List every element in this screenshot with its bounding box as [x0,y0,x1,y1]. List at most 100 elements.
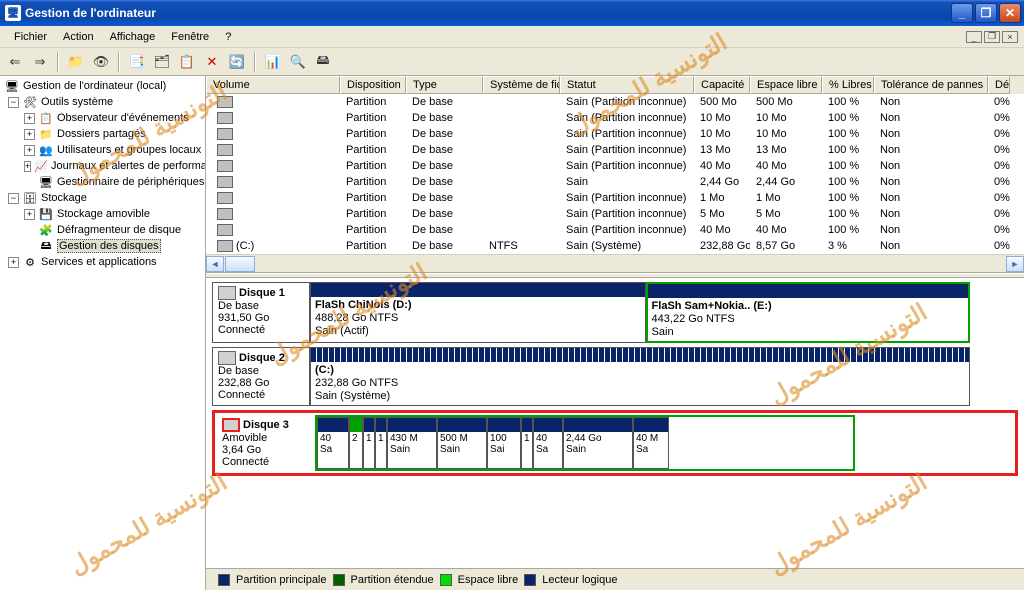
partition-small[interactable]: 1 [375,417,387,469]
tree-disques[interactable]: 🖴Gestion des disques [0,238,205,254]
tree-root[interactable]: 🖥Gestion de l'ordinateur (local) [0,78,205,94]
minimize-button[interactable]: _ [951,3,973,23]
partition-small[interactable]: 2,44 GoSain [563,417,633,469]
icon-2[interactable]: 🗂 [151,51,173,73]
legend-sw-primary [218,574,230,586]
menubar: Fichier Action Affichage Fenêtre ? _ ❐ × [0,26,1024,48]
disk-row-1: Disque 1 De base 931,50 Go Connecté FlaS… [212,282,1018,343]
col-disposition[interactable]: Disposition [340,76,406,94]
legend-primary: Partition principale [236,574,327,586]
partition-small[interactable]: 40Sa [317,417,349,469]
back-button[interactable]: ⇐ [4,51,26,73]
partition-small[interactable]: 100Sai [487,417,521,469]
tree-defrag[interactable]: 🧩Défragmenteur de disque [0,222,205,238]
col-capacite[interactable]: Capacité [694,76,750,94]
disk-row-3: Disque 3 Amovible 3,64 Go Connecté 40Sa2… [212,410,1018,476]
volume-header[interactable]: Volume Disposition Type Système de fichi… [206,76,1024,94]
col-statut[interactable]: Statut [560,76,694,94]
volume-row[interactable]: PartitionDe baseSain (Partition inconnue… [206,158,1024,174]
partition-small[interactable]: 500 MSain [437,417,487,469]
partition-small[interactable]: 40 MSa [633,417,669,469]
volume-row[interactable]: (C:)PartitionDe baseNTFSSain (Système)23… [206,238,1024,254]
tree-journaux[interactable]: +📈Journaux et alertes de performances [0,158,205,174]
legend-sw-extended [333,574,345,586]
volume-row[interactable]: PartitionDe baseSain (Partition inconnue… [206,126,1024,142]
mdi-close-button[interactable]: × [1002,31,1018,43]
legend-extended: Partition étendue [351,574,434,586]
disk-row-2: Disque 2 De base 232,88 Go Connecté (C:)… [212,347,1018,406]
partition-small[interactable]: 1 [363,417,375,469]
tree-users[interactable]: +👥Utilisateurs et groupes locaux [0,142,205,158]
close-button[interactable]: ✕ [999,3,1021,23]
col-volume[interactable]: Volume [206,76,340,94]
props-button[interactable]: 👁 [90,51,112,73]
volume-row[interactable]: PartitionDe baseSain (Partition inconnue… [206,110,1024,126]
partition-d[interactable]: FlaSh ChiNois (D:)488,28 Go NTFSSain (Ac… [310,282,646,343]
col-de[interactable]: Dé [988,76,1010,94]
col-type[interactable]: Type [406,76,483,94]
volume-table: Volume Disposition Type Système de fichi… [206,76,1024,273]
refresh-icon[interactable]: 🔄 [226,51,248,73]
graphical-view: Disque 1 De base 931,50 Go Connecté FlaS… [206,278,1024,568]
tree-services[interactable]: +⚙Services et applications [0,254,205,270]
disk-info-3[interactable]: Disque 3 Amovible 3,64 Go Connecté [217,415,315,471]
volume-body[interactable]: PartitionDe baseSain (Partition inconnue… [206,94,1024,254]
menu-fichier[interactable]: Fichier [6,28,55,46]
partition-c[interactable]: (C:)232,88 Go NTFSSain (Système) [310,347,970,406]
volume-row[interactable]: PartitionDe baseSain (Partition inconnue… [206,222,1024,238]
up-button[interactable]: 📁 [65,51,87,73]
disk-icon [218,286,236,300]
h-scrollbar[interactable]: ◄ ► [206,254,1024,272]
titlebar: 🖥 Gestion de l'ordinateur _ ❐ ✕ [0,0,1024,26]
menu-aide[interactable]: ? [217,28,239,46]
disk-info-2[interactable]: Disque 2 De base 232,88 Go Connecté [212,347,310,406]
menu-action[interactable]: Action [55,28,102,46]
icon-5[interactable]: 🔍 [287,51,309,73]
legend: Partition principale Partition étendue E… [206,568,1024,590]
legend-sw-free [440,574,452,586]
col-tolerance[interactable]: Tolérance de pannes [874,76,988,94]
legend-free: Espace libre [458,574,519,586]
tree-gestperiph[interactable]: 🖥Gestionnaire de périphériques [0,174,205,190]
legend-logical: Lecteur logique [542,574,617,586]
tree-stockage[interactable]: −🗄Stockage [0,190,205,206]
disk3-partitions[interactable]: 40Sa211430 MSain500 MSain100Sai140Sa2,44… [315,415,855,471]
menu-fenetre[interactable]: Fenêtre [163,28,217,46]
partition-small[interactable]: 40Sa [533,417,563,469]
volume-row[interactable]: PartitionDe baseSain (Partition inconnue… [206,206,1024,222]
scroll-left-button[interactable]: ◄ [206,256,224,272]
tree-observateur[interactable]: +📋Observateur d'événements [0,110,205,126]
col-pct-libres[interactable]: % Libres [822,76,874,94]
icon-1[interactable]: 📑 [126,51,148,73]
partition-small[interactable]: 2 [349,417,363,469]
disk-icon [222,418,240,432]
col-espace-libre[interactable]: Espace libre [750,76,822,94]
tree-dossiers[interactable]: +📁Dossiers partagés [0,126,205,142]
tree-amovible[interactable]: +💾Stockage amovible [0,206,205,222]
scroll-thumb[interactable] [225,256,255,272]
forward-button[interactable]: ⇒ [29,51,51,73]
mdi-restore-button[interactable]: ❐ [984,31,1000,43]
scroll-right-button[interactable]: ► [1006,256,1024,272]
partition-e[interactable]: FlaSh Sam+Nokia.. (E:)443,22 Go NTFSSain [646,282,970,343]
col-fs[interactable]: Système de fichiers [483,76,560,94]
icon-6[interactable]: 🖴 [312,51,334,73]
menu-affichage[interactable]: Affichage [102,28,164,46]
icon-3[interactable]: 📋 [176,51,198,73]
volume-row[interactable]: PartitionDe baseSain (Partition inconnue… [206,94,1024,110]
app-icon: 🖥 [5,5,21,21]
delete-icon[interactable]: ✕ [201,51,223,73]
disk-icon [218,351,236,365]
disk-info-1[interactable]: Disque 1 De base 931,50 Go Connecté [212,282,310,343]
legend-sw-logical [524,574,536,586]
mdi-minimize-button[interactable]: _ [966,31,982,43]
volume-row[interactable]: PartitionDe baseSain2,44 Go2,44 Go100 %N… [206,174,1024,190]
volume-row[interactable]: PartitionDe baseSain (Partition inconnue… [206,190,1024,206]
partition-small[interactable]: 430 MSain [387,417,437,469]
icon-4[interactable]: 📊 [262,51,284,73]
partition-small[interactable]: 1 [521,417,533,469]
tree-view[interactable]: 🖥Gestion de l'ordinateur (local) −🛠Outil… [0,76,206,590]
maximize-button[interactable]: ❐ [975,3,997,23]
tree-outils[interactable]: −🛠Outils système [0,94,205,110]
volume-row[interactable]: PartitionDe baseSain (Partition inconnue… [206,142,1024,158]
